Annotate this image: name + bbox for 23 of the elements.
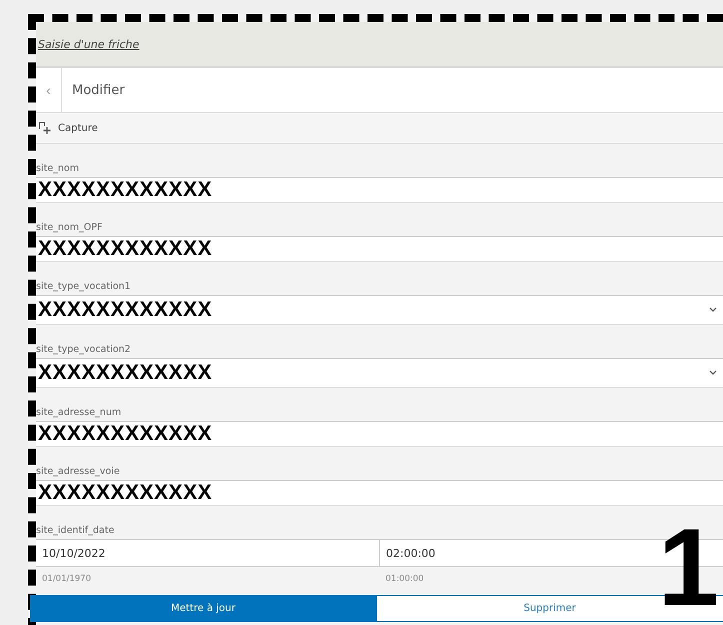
field-label: site_nom_OPF	[36, 222, 102, 233]
dropdown-field[interactable]: XXXXXXXXXXXX	[36, 295, 723, 325]
text-field[interactable]: XXXXXXXXXXXX	[36, 480, 723, 506]
field-label: site_type_vocation1	[36, 281, 131, 292]
dropdown-field[interactable]: XXXXXXXXXXXX	[36, 358, 723, 388]
capture-icon	[38, 121, 52, 135]
panel-title: Modifier	[71, 82, 125, 98]
date-hint: 01/01/1970	[41, 574, 92, 584]
capture-button[interactable]: Capture	[36, 121, 100, 135]
field-label: site_type_vocation2	[36, 344, 131, 355]
date-field[interactable]: 10/10/2022	[36, 540, 379, 566]
text-field[interactable]: XXXXXXXXXXXX	[36, 177, 723, 203]
field-label: site_nom	[36, 163, 79, 174]
time-hint: 01:00:00	[384, 574, 425, 584]
field-label: site_identif_date	[36, 525, 114, 536]
field-label: site_adresse_num	[36, 407, 122, 418]
chevron-down-icon	[709, 307, 717, 313]
chevron-down-icon	[709, 370, 717, 376]
form-title-link[interactable]: Saisie d'une friche	[38, 38, 140, 50]
text-field[interactable]: XXXXXXXXXXXX	[36, 421, 723, 447]
text-field[interactable]: XXXXXXXXXXXX	[36, 236, 723, 262]
field-label: site_adresse_voie	[36, 466, 120, 477]
update-button[interactable]: Mettre à jour	[30, 595, 376, 622]
